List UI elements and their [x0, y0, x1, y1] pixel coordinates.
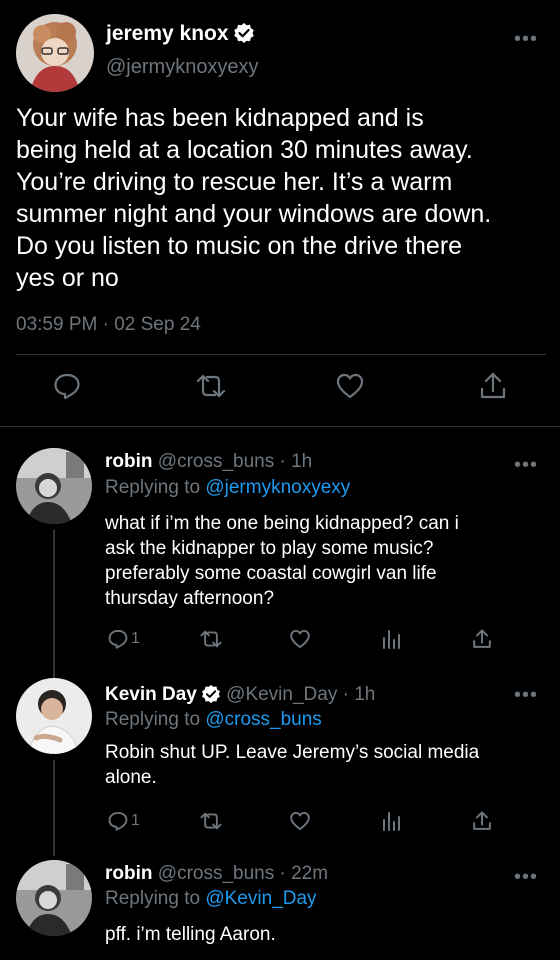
thread-line	[53, 530, 55, 680]
like-icon[interactable]	[289, 628, 311, 650]
replying-to: Replying to @jermyknoxyexy	[105, 477, 350, 499]
verified-badge-icon	[233, 22, 255, 44]
analytics-icon[interactable]	[381, 810, 401, 832]
replying-label: Replying to	[105, 477, 201, 498]
divider	[0, 426, 560, 427]
replying-label: Replying to	[105, 888, 201, 909]
reply-count: 1	[131, 630, 140, 647]
like-icon[interactable]	[289, 810, 311, 832]
reply-icon	[107, 810, 129, 832]
reply-count: 1	[131, 812, 140, 829]
author-name[interactable]: robin	[105, 451, 153, 472]
share-icon[interactable]	[479, 371, 507, 401]
reply-tweet: robin @cross_buns · 1h ••• Replying to @…	[0, 440, 560, 680]
reply-header: Kevin Day @Kevin_Day · 1h	[105, 684, 375, 706]
replying-to-link[interactable]: @jermyknoxyexy	[205, 477, 350, 498]
more-horizontal-icon[interactable]: •••	[514, 455, 538, 475]
retweet-icon[interactable]	[198, 628, 224, 650]
retweet-icon[interactable]	[198, 810, 224, 832]
share-icon[interactable]	[472, 628, 492, 650]
main-tweet: jeremy knox @jermyknoxyexy ••• Your wife…	[0, 0, 560, 426]
replying-label: Replying to	[105, 709, 201, 730]
tweet-timestamp: 03:59 PM · 02 Sep 24	[16, 314, 201, 335]
analytics-icon[interactable]	[381, 628, 401, 650]
like-icon[interactable]	[335, 371, 365, 401]
reply-button[interactable]: 1	[107, 628, 140, 650]
more-horizontal-icon[interactable]: •••	[514, 685, 538, 705]
author-avatar[interactable]	[16, 14, 94, 92]
author-meta: @cross_buns · 22m	[157, 863, 329, 884]
verified-badge-icon	[201, 684, 221, 704]
replying-to: Replying to @cross_buns	[105, 709, 322, 731]
author-meta: @cross_buns · 1h	[157, 451, 313, 472]
reply-header: robin @cross_buns · 1h	[105, 451, 312, 473]
retweet-icon[interactable]	[194, 371, 228, 401]
reply-text: what if i’m the one being kidnapped? can…	[105, 513, 459, 609]
reply-header: robin @cross_buns · 22m	[105, 863, 328, 885]
avatar[interactable]	[16, 860, 92, 936]
author-name[interactable]: robin	[105, 863, 153, 884]
more-horizontal-icon[interactable]: •••	[514, 29, 538, 49]
reply-button[interactable]: 1	[107, 810, 140, 832]
tweet-text: Your wife has been kidnapped and is bein…	[16, 104, 492, 292]
reply-text: Robin shut UP. Leave Jeremy’s social med…	[105, 742, 480, 788]
author-handle[interactable]: @jermyknoxyexy	[106, 56, 259, 79]
reply-text: pff. i’m telling Aaron.	[105, 924, 276, 945]
tweet-actions	[0, 371, 560, 411]
author-meta: @Kevin_Day · 1h	[226, 684, 376, 705]
avatar[interactable]	[16, 448, 92, 524]
reply-tweet: robin @cross_buns · 22m ••• Replying to …	[0, 852, 560, 960]
reply-actions: 1	[0, 810, 560, 838]
reply-actions: 1	[0, 628, 560, 656]
replying-to-link[interactable]: @Kevin_Day	[205, 888, 316, 909]
divider	[16, 354, 546, 355]
replying-to: Replying to @Kevin_Day	[105, 888, 317, 910]
more-horizontal-icon[interactable]: •••	[514, 867, 538, 887]
avatar[interactable]	[16, 678, 92, 754]
replying-to-link[interactable]: @cross_buns	[205, 709, 321, 730]
author-name-text[interactable]: jeremy knox	[106, 22, 229, 45]
reply-tweet: Kevin Day @Kevin_Day · 1h ••• Replying t…	[0, 670, 560, 860]
share-icon[interactable]	[472, 810, 492, 832]
reply-icon	[107, 628, 129, 650]
author-name[interactable]: jeremy knox	[106, 22, 255, 46]
reply-icon[interactable]	[52, 371, 82, 401]
author-name[interactable]: Kevin Day	[105, 684, 197, 705]
thread-line	[53, 760, 55, 856]
